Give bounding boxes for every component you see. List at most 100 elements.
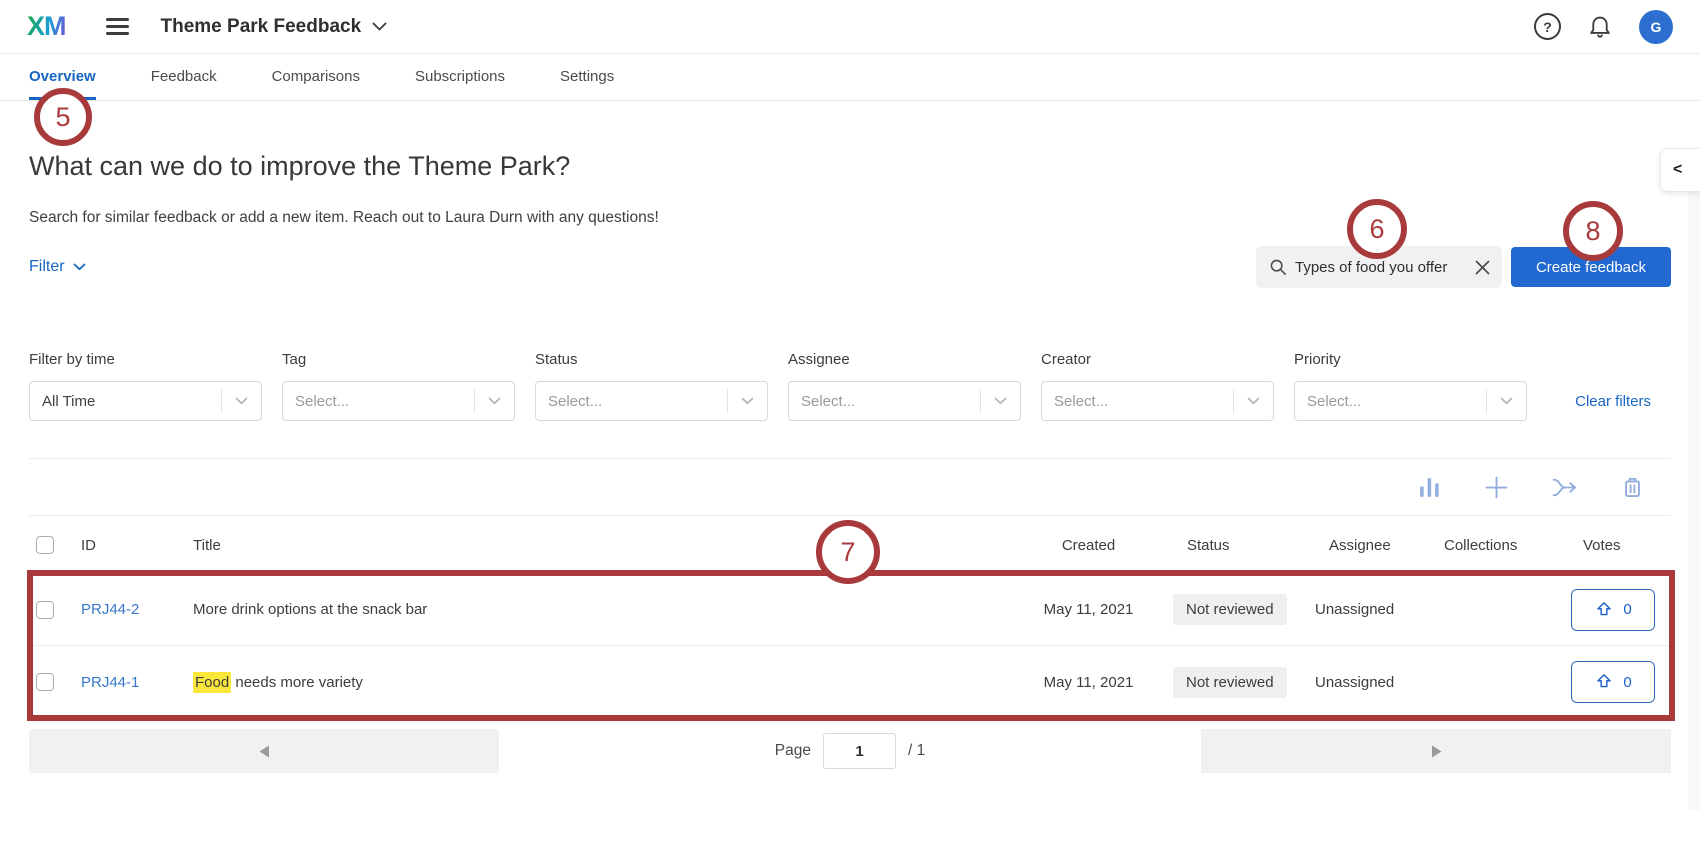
expand-panel-button[interactable]: < — [1660, 148, 1700, 192]
select-value: All Time — [30, 393, 221, 410]
filter-toggle-label: Filter — [29, 258, 65, 276]
filter-label: Priority — [1294, 351, 1527, 368]
filter-field-priority: Priority Select... — [1294, 351, 1527, 421]
search-term-highlight: Food — [193, 672, 231, 693]
row-checkbox[interactable] — [36, 601, 54, 619]
chevron-down-icon — [474, 389, 514, 413]
chevron-down-icon — [73, 263, 86, 271]
search-query: Types of food you offer — [1295, 259, 1467, 276]
feedback-id-link[interactable]: PRJ44-2 — [81, 601, 139, 618]
filter-label: Status — [535, 351, 768, 368]
filter-field-tag: Tag Select... — [282, 351, 515, 421]
chevron-down-icon — [727, 389, 767, 413]
filter-label: Assignee — [788, 351, 1021, 368]
status-badge: Not reviewed — [1173, 667, 1287, 698]
filter-field-time: Filter by time All Time — [29, 351, 262, 421]
merge-feedback-icon[interactable] — [1551, 475, 1578, 500]
tab-settings[interactable]: Settings — [560, 54, 614, 100]
previous-page-button[interactable] — [29, 729, 499, 773]
tab-subscriptions[interactable]: Subscriptions — [415, 54, 505, 100]
plus-icon[interactable] — [1484, 475, 1509, 500]
table-row: PRJ44-2 More drink options at the snack … — [29, 574, 1671, 645]
vote-count: 0 — [1623, 674, 1631, 691]
filter-field-status: Status Select... — [535, 351, 768, 421]
filter-toggle[interactable]: Filter — [29, 258, 86, 276]
page-subtext: Search for similar feedback or add a new… — [29, 209, 1671, 227]
assignee-filter-select[interactable]: Select... — [788, 381, 1021, 421]
trash-icon[interactable] — [1620, 475, 1645, 500]
select-value: Select... — [536, 393, 727, 410]
filter-field-creator: Creator Select... — [1041, 351, 1274, 421]
chevron-down-icon — [980, 389, 1020, 413]
creator-filter-select[interactable]: Select... — [1041, 381, 1274, 421]
page-number-input[interactable] — [823, 733, 896, 769]
chevron-down-icon — [372, 22, 387, 31]
xm-logo[interactable]: XM — [27, 11, 66, 42]
filter-label: Creator — [1041, 351, 1274, 368]
page-total: / 1 — [908, 742, 925, 760]
chevron-down-icon — [1233, 389, 1273, 413]
upvote-icon — [1594, 672, 1614, 692]
feedback-title-text: needs more variety — [231, 674, 363, 691]
col-header-votes: Votes — [1571, 537, 1671, 554]
vote-count: 0 — [1623, 601, 1631, 618]
feedback-title-text: More drink options at the snack bar — [193, 601, 427, 618]
table-toolbar — [29, 459, 1671, 516]
project-switcher[interactable]: Theme Park Feedback — [161, 16, 388, 38]
filter-label: Filter by time — [29, 351, 262, 368]
project-title: Theme Park Feedback — [161, 16, 362, 38]
help-icon[interactable]: ? — [1534, 13, 1561, 40]
row-checkbox[interactable] — [36, 673, 54, 691]
search-input[interactable]: Types of food you offer — [1256, 246, 1502, 288]
created-date: May 11, 2021 — [1006, 674, 1171, 691]
tab-comparisons[interactable]: Comparisons — [272, 54, 360, 100]
bar-chart-icon[interactable] — [1417, 475, 1442, 500]
chevron-down-icon — [1486, 389, 1526, 413]
tab-bar: Overview Feedback Comparisons Subscripti… — [0, 54, 1700, 101]
vote-button[interactable]: 0 — [1571, 589, 1655, 631]
assignee-value: Unassigned — [1311, 674, 1436, 691]
feedback-title: More drink options at the snack bar — [189, 601, 1006, 618]
next-page-button[interactable] — [1201, 729, 1671, 773]
col-header-assignee: Assignee — [1311, 537, 1436, 554]
upvote-icon — [1594, 600, 1614, 620]
col-header-created: Created — [1006, 537, 1171, 554]
tab-feedback[interactable]: Feedback — [151, 54, 217, 100]
tab-overview[interactable]: Overview — [29, 54, 96, 100]
page-title: What can we do to improve the Theme Park… — [29, 151, 1671, 182]
col-header-status: Status — [1171, 537, 1311, 554]
time-filter-select[interactable]: All Time — [29, 381, 262, 421]
filter-bar: Filter by time All Time Tag Select... St… — [29, 351, 1671, 421]
create-feedback-button[interactable]: Create feedback — [1511, 247, 1671, 287]
pagination: Page / 1 — [29, 729, 1671, 773]
status-filter-select[interactable]: Select... — [535, 381, 768, 421]
page-label: Page — [775, 742, 811, 760]
priority-filter-select[interactable]: Select... — [1294, 381, 1527, 421]
feedback-title: Food needs more variety — [189, 674, 1006, 691]
col-header-collections: Collections — [1436, 537, 1571, 554]
clear-filters-link[interactable]: Clear filters — [1575, 393, 1651, 410]
select-value: Select... — [283, 393, 474, 410]
table-header-row: ID Title Created Status Assignee Collect… — [29, 516, 1671, 574]
feedback-id-link[interactable]: PRJ44-1 — [81, 674, 139, 691]
prev-page-icon — [259, 745, 270, 758]
created-date: May 11, 2021 — [1006, 601, 1171, 618]
filter-label: Tag — [282, 351, 515, 368]
filter-field-assignee: Assignee Select... — [788, 351, 1021, 421]
avatar[interactable]: G — [1639, 10, 1673, 44]
col-header-id: ID — [77, 537, 189, 554]
vote-button[interactable]: 0 — [1571, 661, 1655, 703]
select-value: Select... — [1042, 393, 1233, 410]
col-header-title: Title — [189, 537, 1006, 554]
next-page-icon — [1431, 745, 1442, 758]
clear-search-icon[interactable] — [1475, 260, 1490, 275]
status-badge: Not reviewed — [1173, 594, 1287, 625]
select-value: Select... — [1295, 393, 1486, 410]
select-all-checkbox[interactable] — [36, 536, 54, 554]
bell-icon[interactable] — [1587, 13, 1613, 40]
select-value: Select... — [789, 393, 980, 410]
hamburger-menu-icon[interactable] — [106, 18, 129, 35]
tag-filter-select[interactable]: Select... — [282, 381, 515, 421]
top-bar: XM Theme Park Feedback ? G — [0, 0, 1700, 54]
table-row: PRJ44-1 Food needs more variety May 11, … — [29, 645, 1671, 718]
